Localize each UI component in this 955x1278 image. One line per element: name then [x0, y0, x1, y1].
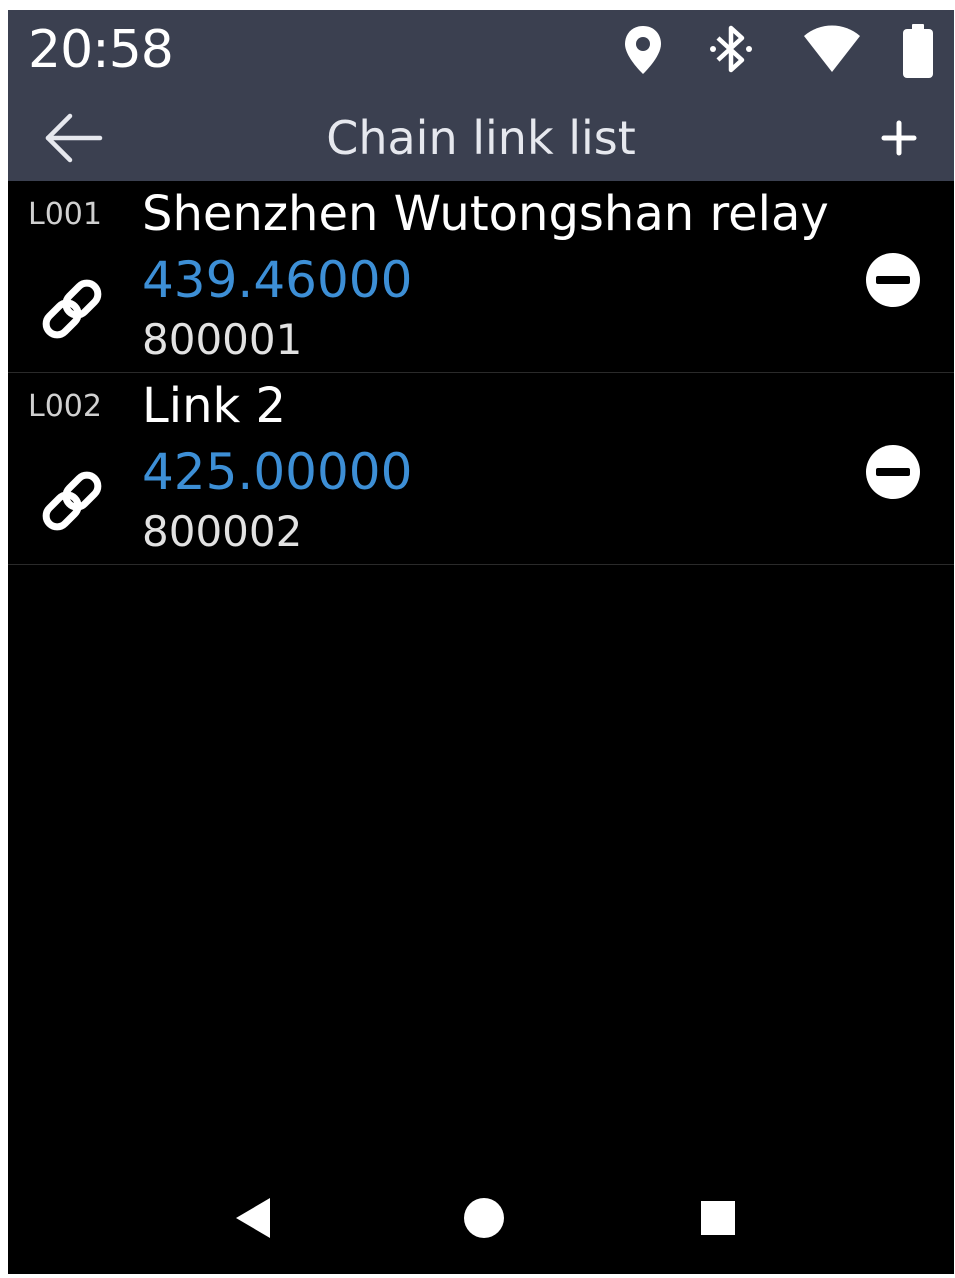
list-item[interactable]: L002 Link 2 425.00000 800002: [8, 373, 954, 565]
phone-screen: 20:58 Chain link list L001 Shenzhen Wuto…: [8, 10, 954, 1274]
location-icon: [625, 26, 661, 74]
nav-back-icon[interactable]: [224, 1188, 284, 1248]
status-time: 20:58: [28, 20, 174, 80]
status-bar: 20:58: [8, 10, 954, 95]
link-frequency: 425.00000: [142, 443, 413, 501]
app-bar: Chain link list: [8, 95, 954, 181]
link-code: 800002: [142, 507, 303, 556]
chain-link-icon: [42, 279, 102, 339]
link-code: 800001: [142, 315, 303, 364]
chain-link-icon: [42, 471, 102, 531]
remove-circle-icon[interactable]: [864, 251, 922, 309]
plus-icon[interactable]: [868, 107, 930, 169]
page-title: Chain link list: [326, 111, 636, 165]
remove-circle-icon[interactable]: [864, 443, 922, 501]
link-frequency: 439.46000: [142, 251, 413, 309]
link-list: L001 Shenzhen Wutongshan relay 439.46000…: [8, 181, 954, 565]
nav-recents-icon[interactable]: [688, 1188, 748, 1248]
link-name: Link 2: [142, 378, 287, 434]
system-nav-bar: [8, 1160, 954, 1274]
link-name: Shenzhen Wutongshan relay: [142, 186, 829, 242]
link-id: L001: [28, 197, 102, 232]
link-id: L002: [28, 389, 102, 424]
bluetooth-icon: [710, 25, 752, 73]
wifi-icon: [804, 25, 860, 72]
arrow-left-icon[interactable]: [38, 107, 108, 169]
battery-icon: [903, 24, 933, 78]
nav-home-icon[interactable]: [454, 1188, 514, 1248]
list-item[interactable]: L001 Shenzhen Wutongshan relay 439.46000…: [8, 181, 954, 373]
